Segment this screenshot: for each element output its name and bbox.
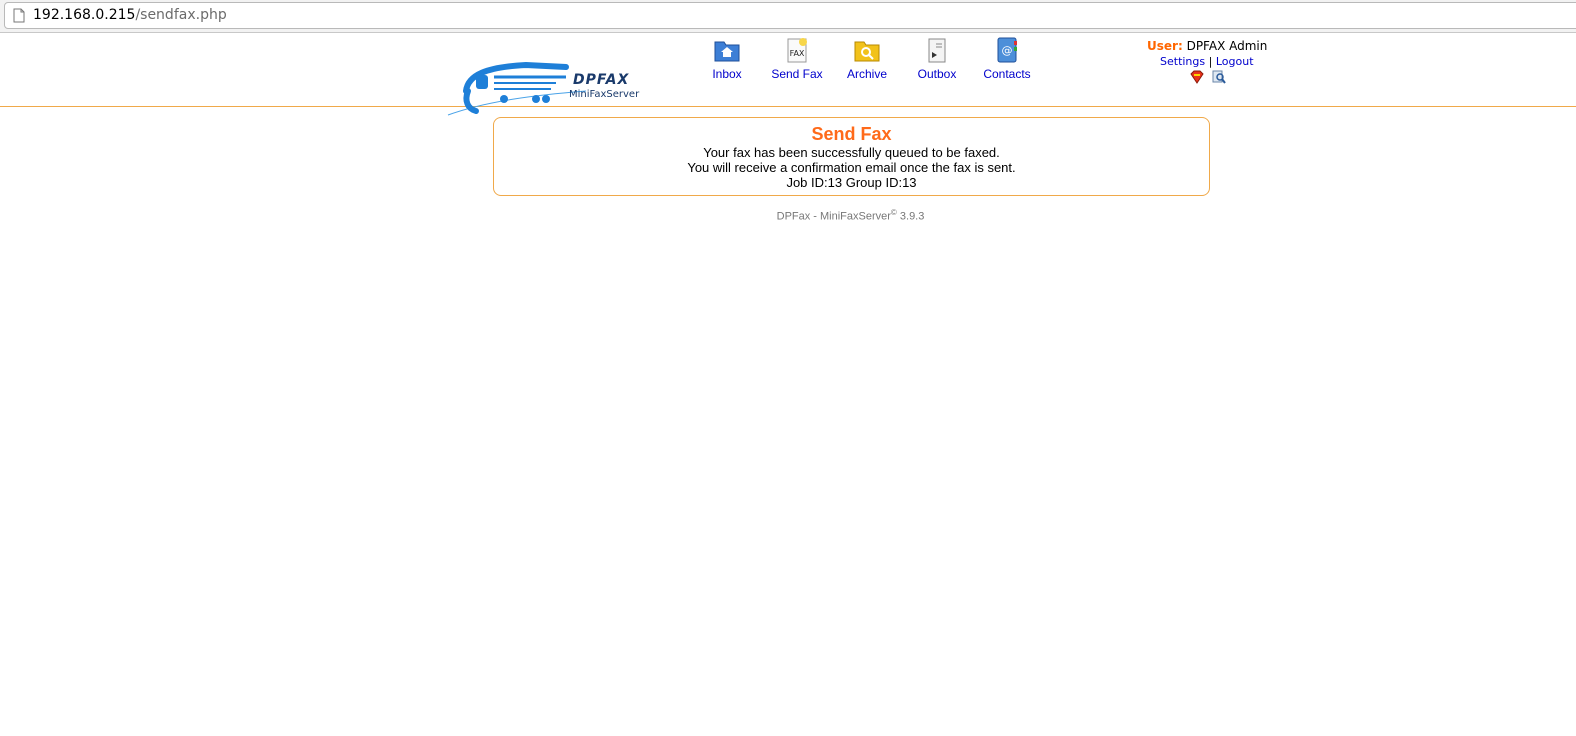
- nav-inbox[interactable]: Inbox: [692, 36, 762, 81]
- page-icon: [13, 8, 25, 23]
- user-label: User:: [1147, 39, 1183, 53]
- link-separator: |: [1208, 55, 1213, 68]
- queued-message: Your fax has been successfully queued to…: [703, 145, 1000, 160]
- user-info: User: DPFAX Admin: [1147, 39, 1267, 53]
- url-host: 192.168.0.215: [33, 7, 136, 23]
- nav-send-fax[interactable]: FAX Send Fax: [762, 36, 832, 81]
- url-text: 192.168.0.215/sendfax.php: [33, 7, 227, 23]
- nav-outbox-label: Outbox: [917, 67, 957, 81]
- logo-name: DPFAX: [573, 72, 630, 88]
- contacts-book-icon: @: [997, 37, 1017, 63]
- nav-archive-label: Archive: [846, 67, 887, 81]
- panel-title: Send Fax: [811, 124, 892, 144]
- logout-link[interactable]: Logout: [1216, 55, 1254, 68]
- user-tool-icons: [1190, 70, 1230, 88]
- nav-inbox-label: Inbox: [712, 67, 742, 81]
- url-path: /sendfax.php: [135, 7, 227, 23]
- nav-archive[interactable]: Archive: [832, 36, 902, 81]
- nav-outbox[interactable]: Outbox: [902, 36, 972, 81]
- browser-toolbar: 192.168.0.215/sendfax.php: [0, 0, 1576, 33]
- settings-link[interactable]: Settings: [1160, 55, 1205, 68]
- nav-contacts[interactable]: @ Contacts: [972, 36, 1042, 81]
- admin-shield-icon[interactable]: [1190, 70, 1204, 84]
- svg-text:@: @: [1002, 44, 1013, 57]
- nav-contacts-label: Contacts: [983, 67, 1031, 81]
- nav-send-fax-label: Send Fax: [771, 67, 823, 81]
- send-fax-icon: FAX: [787, 38, 807, 63]
- svg-text:FAX: FAX: [790, 49, 805, 58]
- address-bar[interactable]: 192.168.0.215/sendfax.php: [4, 2, 1576, 29]
- magnifier-tool-icon[interactable]: [1212, 70, 1227, 84]
- app-header: DPFAX MiniFaxServer Inbox FAX Send Fax A…: [0, 33, 1576, 116]
- user-links: Settings | Logout: [1160, 55, 1254, 68]
- archive-folder-icon: [854, 41, 880, 62]
- logo-subtitle: MiniFaxServer: [569, 89, 640, 100]
- user-name: DPFAX Admin: [1186, 39, 1268, 53]
- footer-version: DPFax - MiniFaxServer© 3.9.3: [0, 208, 1576, 223]
- footer-product: DPFax - MiniFaxServer: [776, 210, 891, 223]
- confirmation-message: You will receive a confirmation email on…: [687, 160, 1016, 175]
- inbox-folder-icon: [714, 41, 740, 62]
- footer-version-number: 3.9.3: [899, 210, 925, 223]
- copyright-mark: ©: [890, 208, 897, 217]
- send-fax-result-panel: Send Fax Your fax has been successfully …: [493, 117, 1210, 196]
- outbox-icon: [928, 38, 946, 63]
- job-group-ids: Job ID:13 Group ID:13: [786, 175, 917, 190]
